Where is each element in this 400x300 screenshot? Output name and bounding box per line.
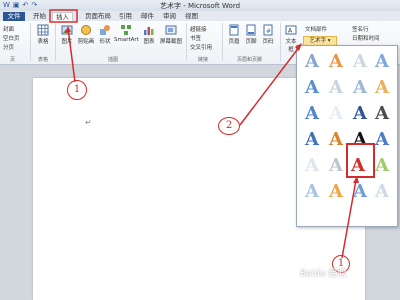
arrow-3-head (353, 176, 359, 183)
step-2-badge: 2 (218, 117, 240, 135)
step-1-badge: 1 (67, 80, 87, 100)
insert-tab-highlight (49, 9, 78, 23)
arrow-2 (239, 45, 301, 126)
arrow-1-head (65, 26, 71, 33)
arrow-3 (341, 179, 357, 259)
arrow-2-head (295, 43, 302, 51)
arrow-1 (67, 27, 76, 83)
watermark: Baidu 经验 (300, 269, 347, 279)
